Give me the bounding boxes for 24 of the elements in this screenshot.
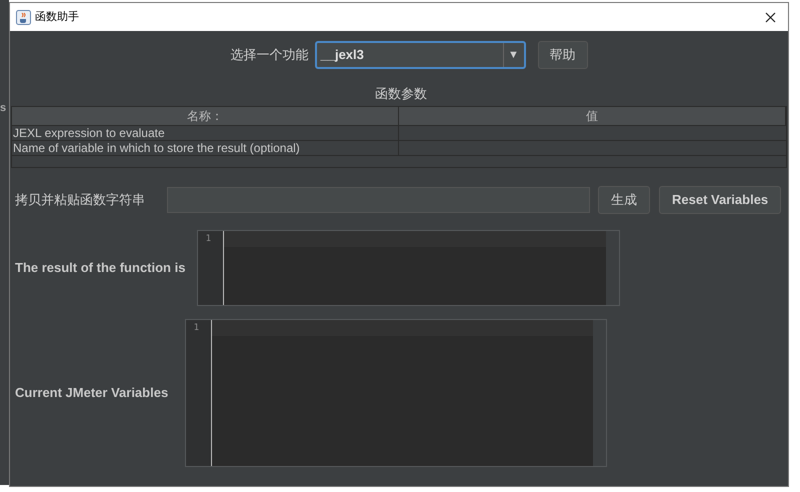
column-header[interactable]: 值 xyxy=(399,107,786,125)
line-number: 1 xyxy=(206,233,211,246)
code-editor[interactable]: 1 xyxy=(185,319,607,467)
column-header[interactable]: 名称： xyxy=(12,107,399,125)
java-cup-icon xyxy=(16,10,31,24)
function-label: 选择一个功能 xyxy=(230,46,308,64)
function-string-field[interactable] xyxy=(166,187,590,213)
reset-variables-button[interactable]: Reset Variables xyxy=(659,186,782,214)
table-cell: JEXL expression to evaluate xyxy=(12,126,399,140)
window-title: 函数助手 xyxy=(35,10,79,25)
scrollbar-track[interactable] xyxy=(606,231,619,305)
close-icon xyxy=(764,12,776,22)
code-editor[interactable]: 1 xyxy=(197,230,620,306)
table-cell: Name of variable in which to store the result (optional) xyxy=(12,141,399,155)
function-dropdown[interactable]: __jexl3 ▼ xyxy=(314,41,526,69)
scrollbar-track[interactable] xyxy=(593,320,606,466)
copy-label: 拷贝并粘贴函数字符串 xyxy=(15,191,146,210)
result-label: The result of the function is xyxy=(15,259,186,278)
variables-label: Current JMeter Variables xyxy=(15,384,170,402)
params-title: 函数参数 xyxy=(375,86,427,102)
background-text: s xyxy=(0,103,8,114)
line-number: 1 xyxy=(194,322,199,335)
help-button[interactable]: 帮助 xyxy=(538,41,588,69)
generate-button[interactable]: 生成 xyxy=(598,186,650,214)
